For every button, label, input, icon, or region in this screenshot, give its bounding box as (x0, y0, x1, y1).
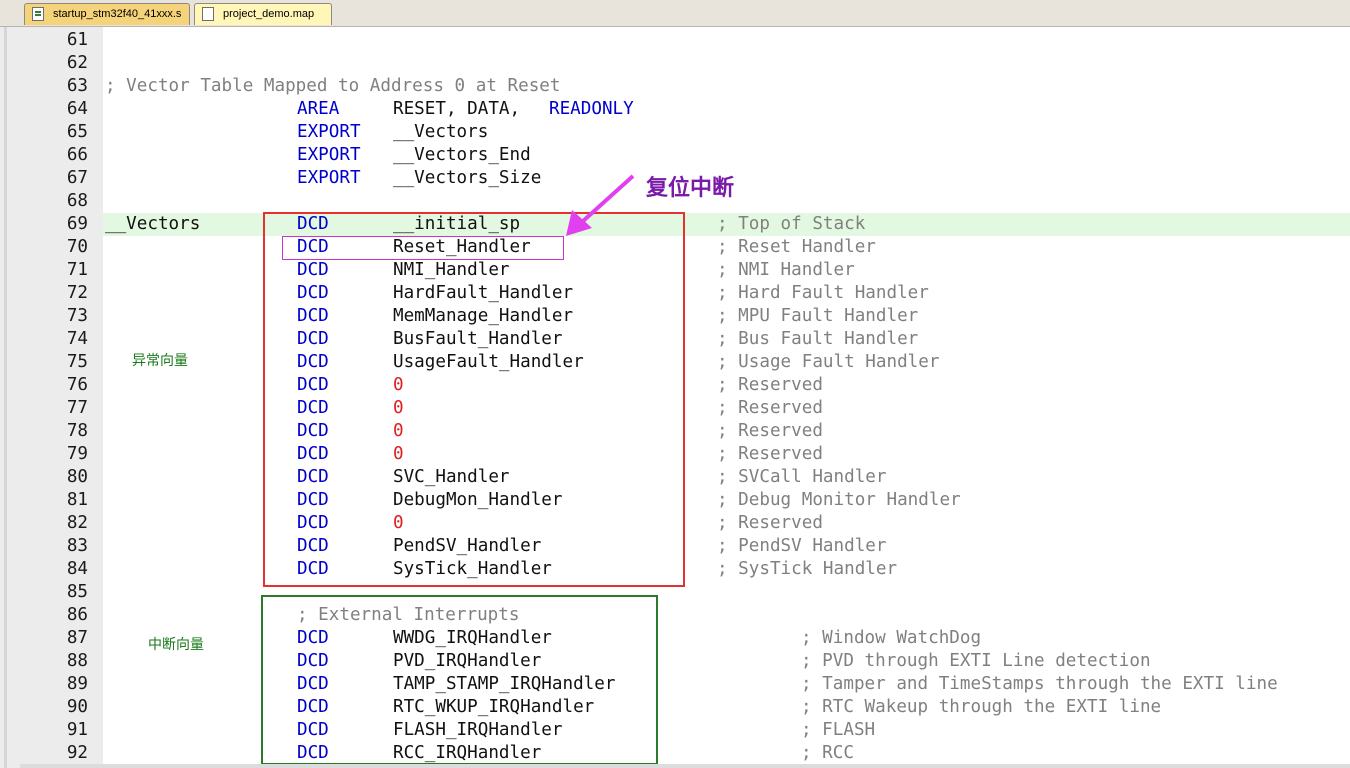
horizontal-scrollbar[interactable] (20, 764, 1350, 768)
annotation-exception-vectors: 异常向量 (132, 353, 188, 369)
arrow-shaft (580, 174, 635, 224)
annotation-reset-interrupt: 复位中断 (646, 176, 735, 201)
annotation-interrupt-vectors: 中断向量 (148, 637, 204, 653)
